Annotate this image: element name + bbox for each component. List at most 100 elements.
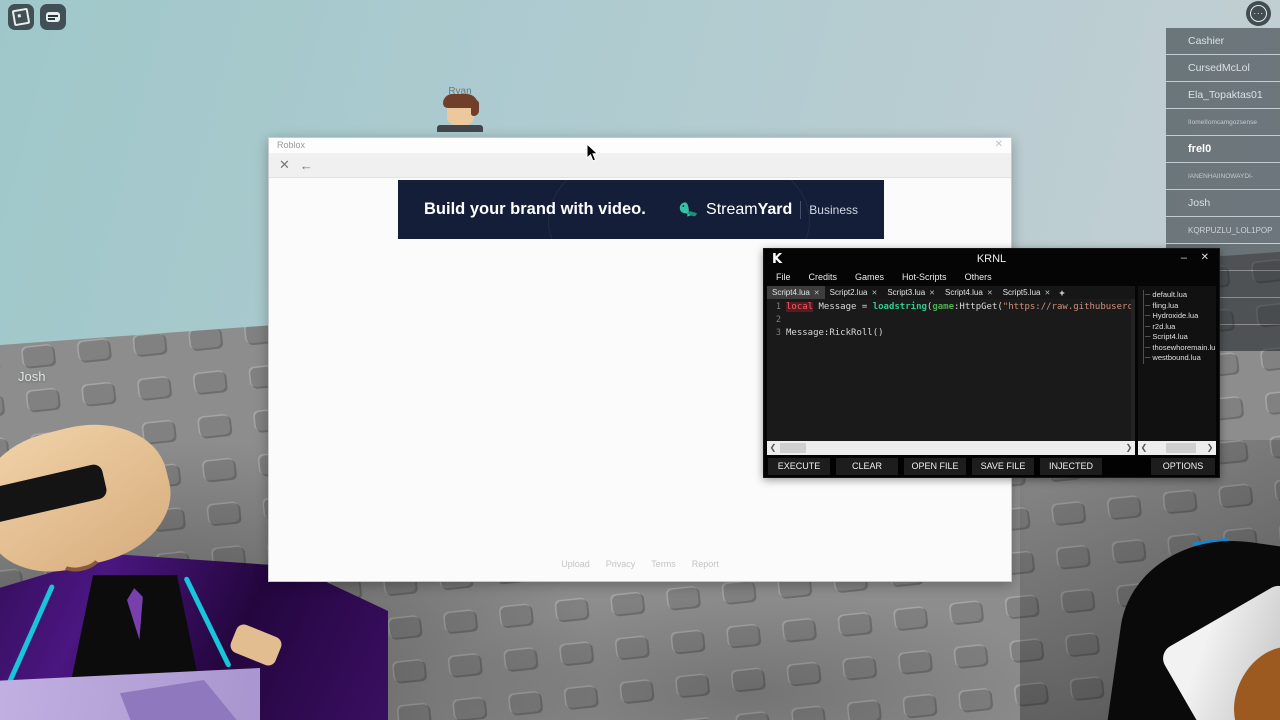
krnl-options-button[interactable]: OPTIONS [1151,458,1215,475]
krnl-execute-button[interactable]: EXECUTE [768,458,830,475]
krnl-save-file-button[interactable]: SAVE FILE [972,458,1034,475]
editor-column: Script4.lua✕Script2.lua✕Script3.lua✕Scri… [767,286,1135,455]
player-name: Josh [1188,197,1210,209]
roblox-logo-icon [12,8,31,27]
menu-item-hot-scripts[interactable]: Hot-Scripts [902,272,947,282]
script-file-item[interactable]: r2d.lua [1143,322,1216,333]
brand-divider [800,201,801,219]
script-file-list: default.luafling.luaHydroxide.luar2d.lua… [1138,286,1216,441]
editor-tabbar: Script4.lua✕Script2.lua✕Script3.lua✕Scri… [767,286,1135,299]
roblox-menu-button[interactable] [8,4,34,30]
toolbar-close-icon[interactable]: ✕ [279,157,290,173]
tab-close-icon[interactable]: ✕ [814,289,820,297]
tab-close-icon[interactable]: ✕ [987,289,993,297]
tab-label: Script5.lua [1003,288,1041,297]
script-file-item[interactable]: Hydroxide.lua [1143,311,1216,322]
krnl-injected-button[interactable]: INJECTED [1040,458,1102,475]
player-row[interactable]: Ela_Topaktas01 [1166,82,1280,108]
footer-link-upload[interactable]: Upload [561,559,590,569]
toolbar-back-icon[interactable]: ← [300,158,313,173]
krnl-open-file-button[interactable]: OPEN FILE [904,458,966,475]
scroll-right-icon[interactable]: ❯ [1123,441,1135,455]
krnl-menubar: File Credits Games Hot-Scripts Others [764,269,1219,285]
krnl-window: K KRNL – ✕ File Credits Games Hot-Scripts Ot… [763,248,1220,478]
menu-item-others[interactable]: Others [965,272,992,282]
player-name: CursedMcLol [1188,62,1250,74]
krnl-main: Script4.lua✕Script2.lua✕Script3.lua✕Scri… [767,286,1216,455]
krnl-clear-button[interactable]: CLEAR [836,458,898,475]
code-area: local Message = loadstring(game:HttpGet(… [781,299,1131,441]
line-number-gutter: 123 [767,299,781,441]
nametag: Josh [18,369,45,384]
krnl-titlebar[interactable]: K KRNL – ✕ [764,249,1219,269]
brand-business-label: Business [809,203,858,217]
player-row[interactable]: Josh [1166,190,1280,216]
menu-item-games[interactable]: Games [855,272,884,282]
tab-close-icon[interactable]: ✕ [929,289,935,297]
ad-headline: Build your brand with video. [424,200,646,219]
scroll-left-icon[interactable]: ❮ [1138,441,1150,455]
menu-item-file[interactable]: File [776,272,791,282]
script-file-item[interactable]: westbound.lua [1143,353,1216,364]
line-number: 3 [767,327,781,340]
player-row[interactable]: IANENHAIINOWAYDI- [1166,163,1280,189]
player-row[interactable]: Cashier [1166,28,1280,54]
script-file-item[interactable]: fling.lua [1143,301,1216,312]
player-name: frel0 [1188,143,1211,155]
chat-bubble-icon [46,12,60,22]
code-editor[interactable]: 123 local Message = loadstring(game:Http… [767,299,1135,441]
popup-title: Roblox [277,140,305,150]
close-icon[interactable]: ✕ [1201,252,1209,263]
player-row[interactable]: KQRPUZLU_LOL1POP [1166,217,1280,243]
streamyard-brand: StreamYard Business [679,200,858,219]
tab-label: Script3.lua [887,288,925,297]
player-row[interactable]: frel0 [1166,136,1280,162]
popup-close-icon[interactable]: ✕ [995,139,1003,150]
tab-label: Script4.lua [945,288,983,297]
character-hair [443,94,478,108]
line-number: 2 [767,314,781,327]
footer-link-report[interactable]: Report [692,559,719,569]
code-token: loadstring [873,302,927,312]
editor-tab[interactable]: Script4.lua ✕ [767,286,825,299]
streamyard-ad-banner[interactable]: Build your brand with video. StreamYard … [398,180,884,239]
scrollbar-thumb[interactable] [1166,443,1196,453]
script-file-item[interactable]: Script4.lua [1143,332,1216,343]
menu-item-credits[interactable]: Credits [809,272,838,282]
footer-link-privacy[interactable]: Privacy [606,559,636,569]
editor-tab[interactable]: Script3.lua ✕ [882,286,940,299]
editor-tab[interactable]: Script5.lua✕ [998,286,1056,299]
footer-link-terms[interactable]: Terms [651,559,676,569]
editor-tab[interactable]: Script4.lua ✕ [940,286,998,299]
krnl-title: KRNL [764,253,1219,265]
new-tab-button[interactable]: + [1055,288,1068,298]
files-horizontal-scrollbar[interactable]: ❮ ❯ [1138,441,1216,455]
player-name: KQRPUZLU_LOL1POP [1188,226,1272,235]
player-row[interactable]: CursedMcLol [1166,55,1280,81]
popup-footer-links: Upload Privacy Terms Report [269,559,1011,569]
code-line [786,314,1131,327]
scrollbar-thumb[interactable] [780,443,806,453]
player-row[interactable]: IIomeIIomcamgozsense [1166,109,1280,135]
script-file-item[interactable]: thosewhoremain.lu [1143,343,1216,354]
character-ryan: Ryan [430,86,490,132]
player-name: IANENHAIINOWAYDI- [1188,173,1253,180]
streamyard-wordmark: StreamYard [706,201,792,219]
streamyard-duck-icon [679,200,698,219]
tab-label: Script2.lua [830,288,868,297]
character-shoulders [437,125,483,132]
tab-close-icon[interactable]: ✕ [871,289,877,297]
more-menu-button[interactable]: ··· [1246,1,1271,26]
chat-button[interactable] [40,4,66,30]
tab-label: Script4.lua [772,288,810,297]
minimize-icon[interactable]: – [1181,252,1187,264]
code-token: local [786,302,813,312]
code-token: "https://raw.githubusercontent.com/ [1003,302,1131,312]
tab-close-icon[interactable]: ✕ [1044,289,1050,297]
editor-horizontal-scrollbar[interactable]: ❮ ❯ [767,441,1135,455]
script-file-item[interactable]: default.lua [1143,290,1216,301]
popup-titlebar: Roblox ✕ [269,138,1011,153]
scroll-right-icon[interactable]: ❯ [1204,441,1216,455]
editor-tab[interactable]: Script2.lua✕ [825,286,883,299]
scroll-left-icon[interactable]: ❮ [767,441,779,455]
